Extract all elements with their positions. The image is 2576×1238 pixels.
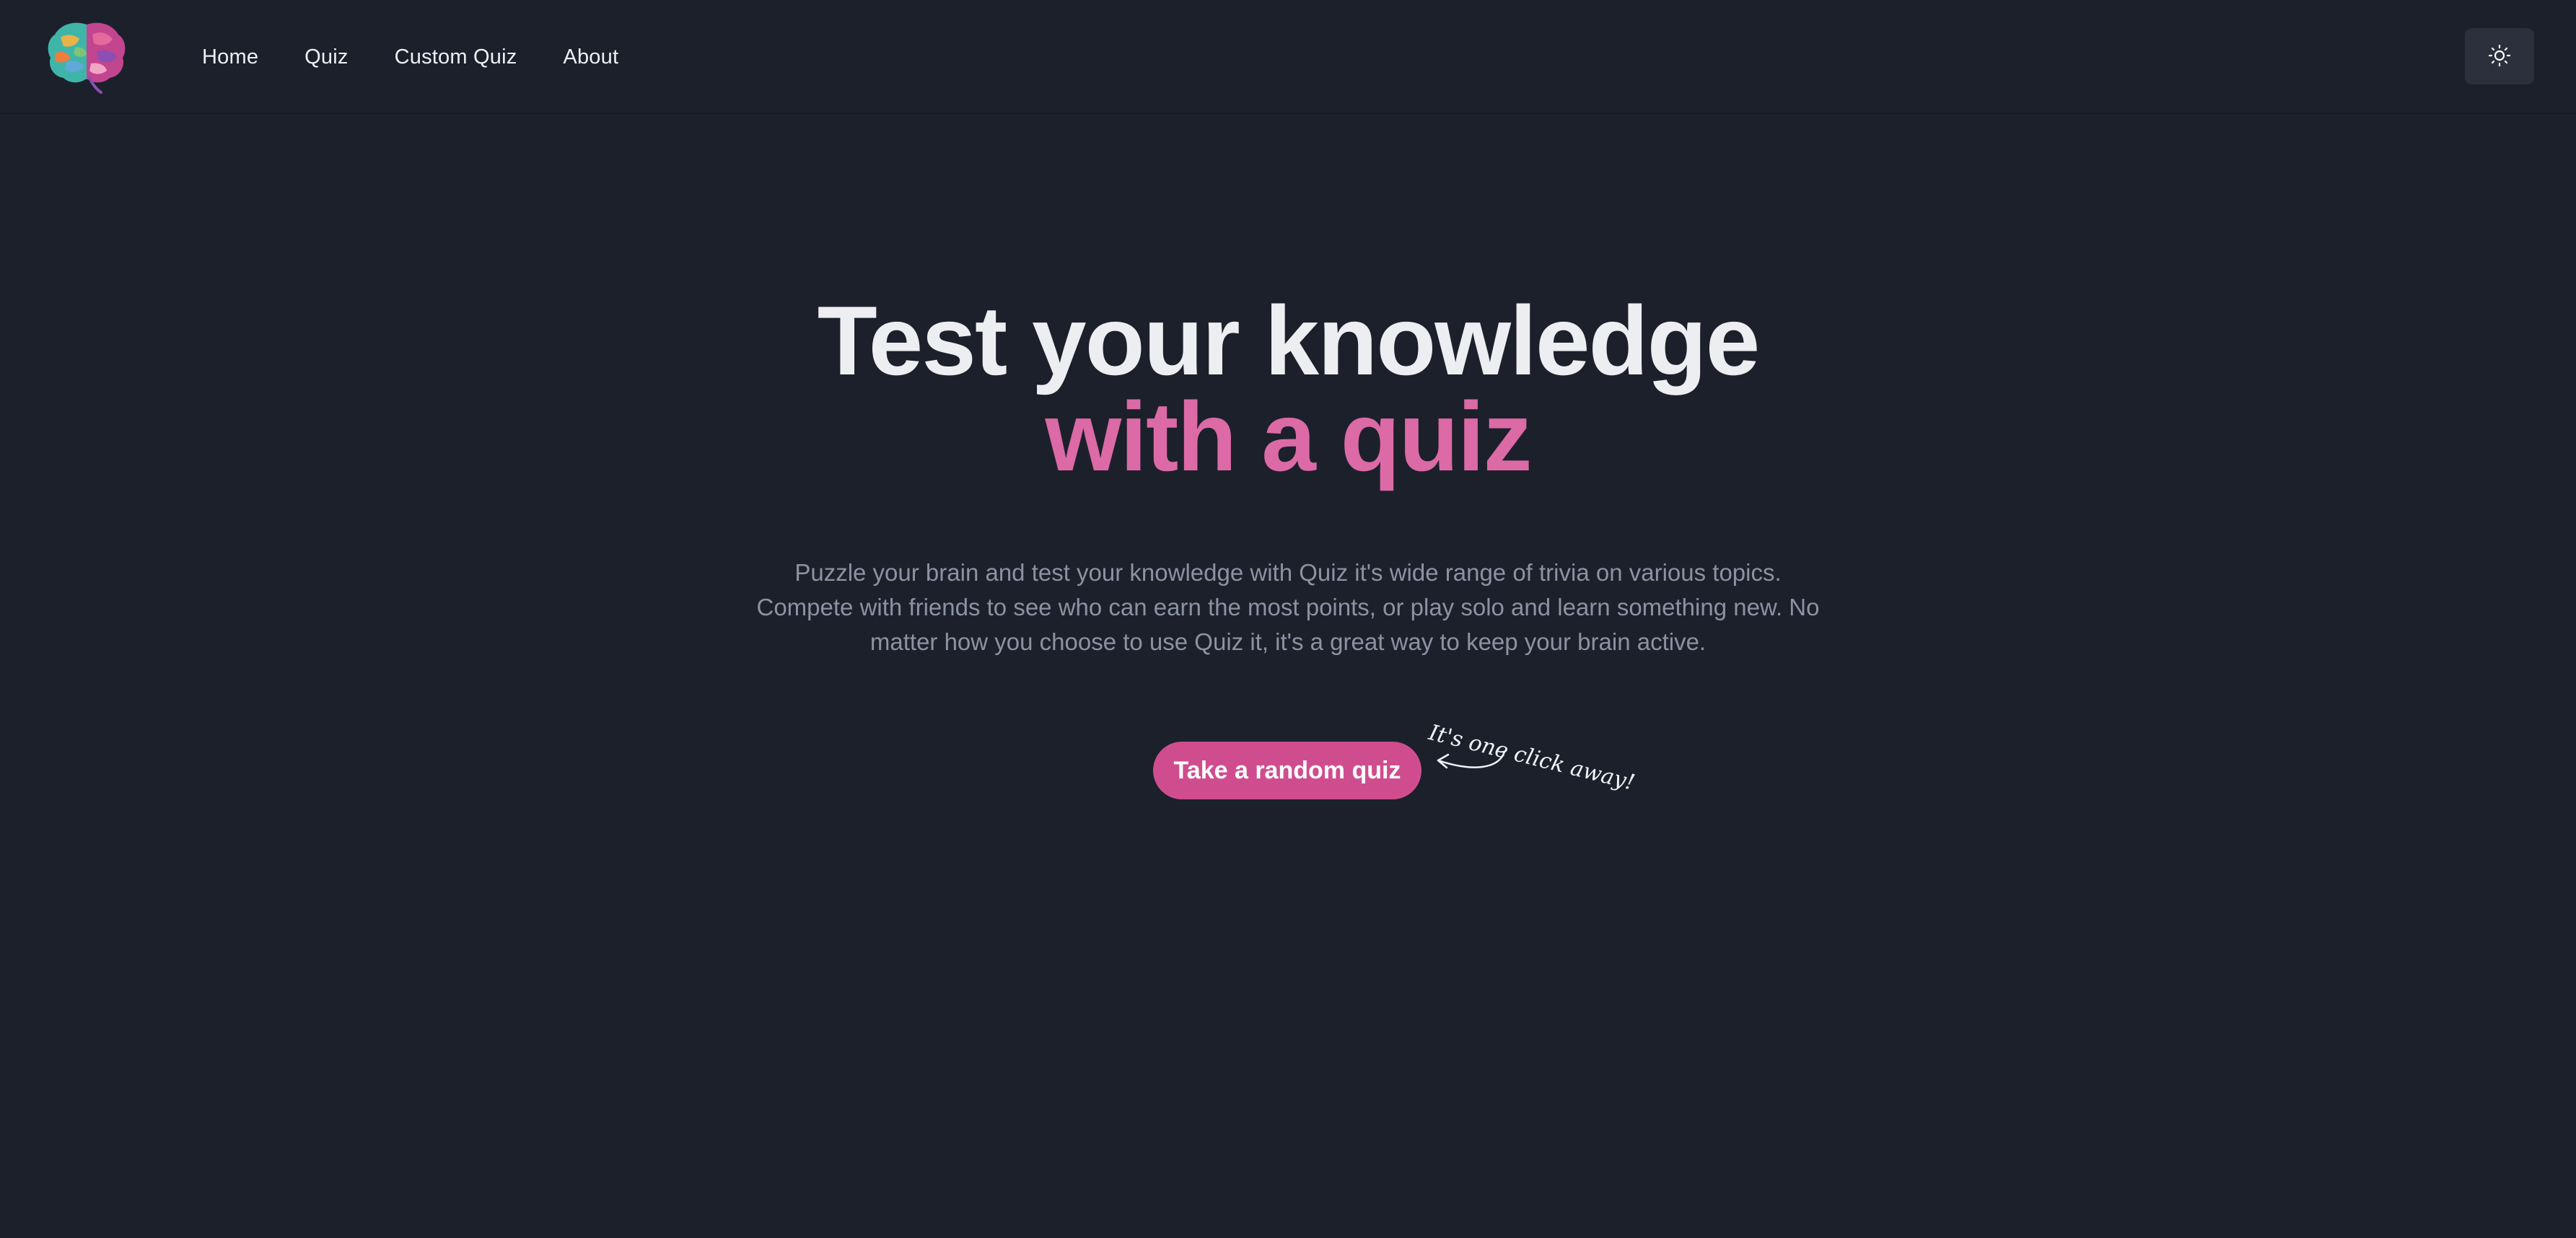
- brain-icon[interactable]: [45, 17, 128, 95]
- random-quiz-button[interactable]: Take a random quiz: [1153, 742, 1421, 799]
- sun-icon: [2488, 44, 2511, 69]
- navbar: Home Quiz Custom Quiz About: [0, 0, 2576, 114]
- main-nav: Home Quiz Custom Quiz About: [202, 0, 618, 114]
- hero-description: Puzzle your brain and test your knowledg…: [756, 559, 1820, 655]
- curved-arrow-icon: [1437, 750, 1506, 769]
- nav-about[interactable]: About: [563, 45, 618, 69]
- nav-custom-quiz[interactable]: Custom Quiz: [395, 45, 517, 69]
- nav-quiz[interactable]: Quiz: [305, 45, 348, 69]
- theme-toggle-button[interactable]: [2465, 28, 2534, 84]
- hero-title-line2: with a quiz: [1045, 382, 1532, 491]
- nav-home[interactable]: Home: [202, 45, 258, 69]
